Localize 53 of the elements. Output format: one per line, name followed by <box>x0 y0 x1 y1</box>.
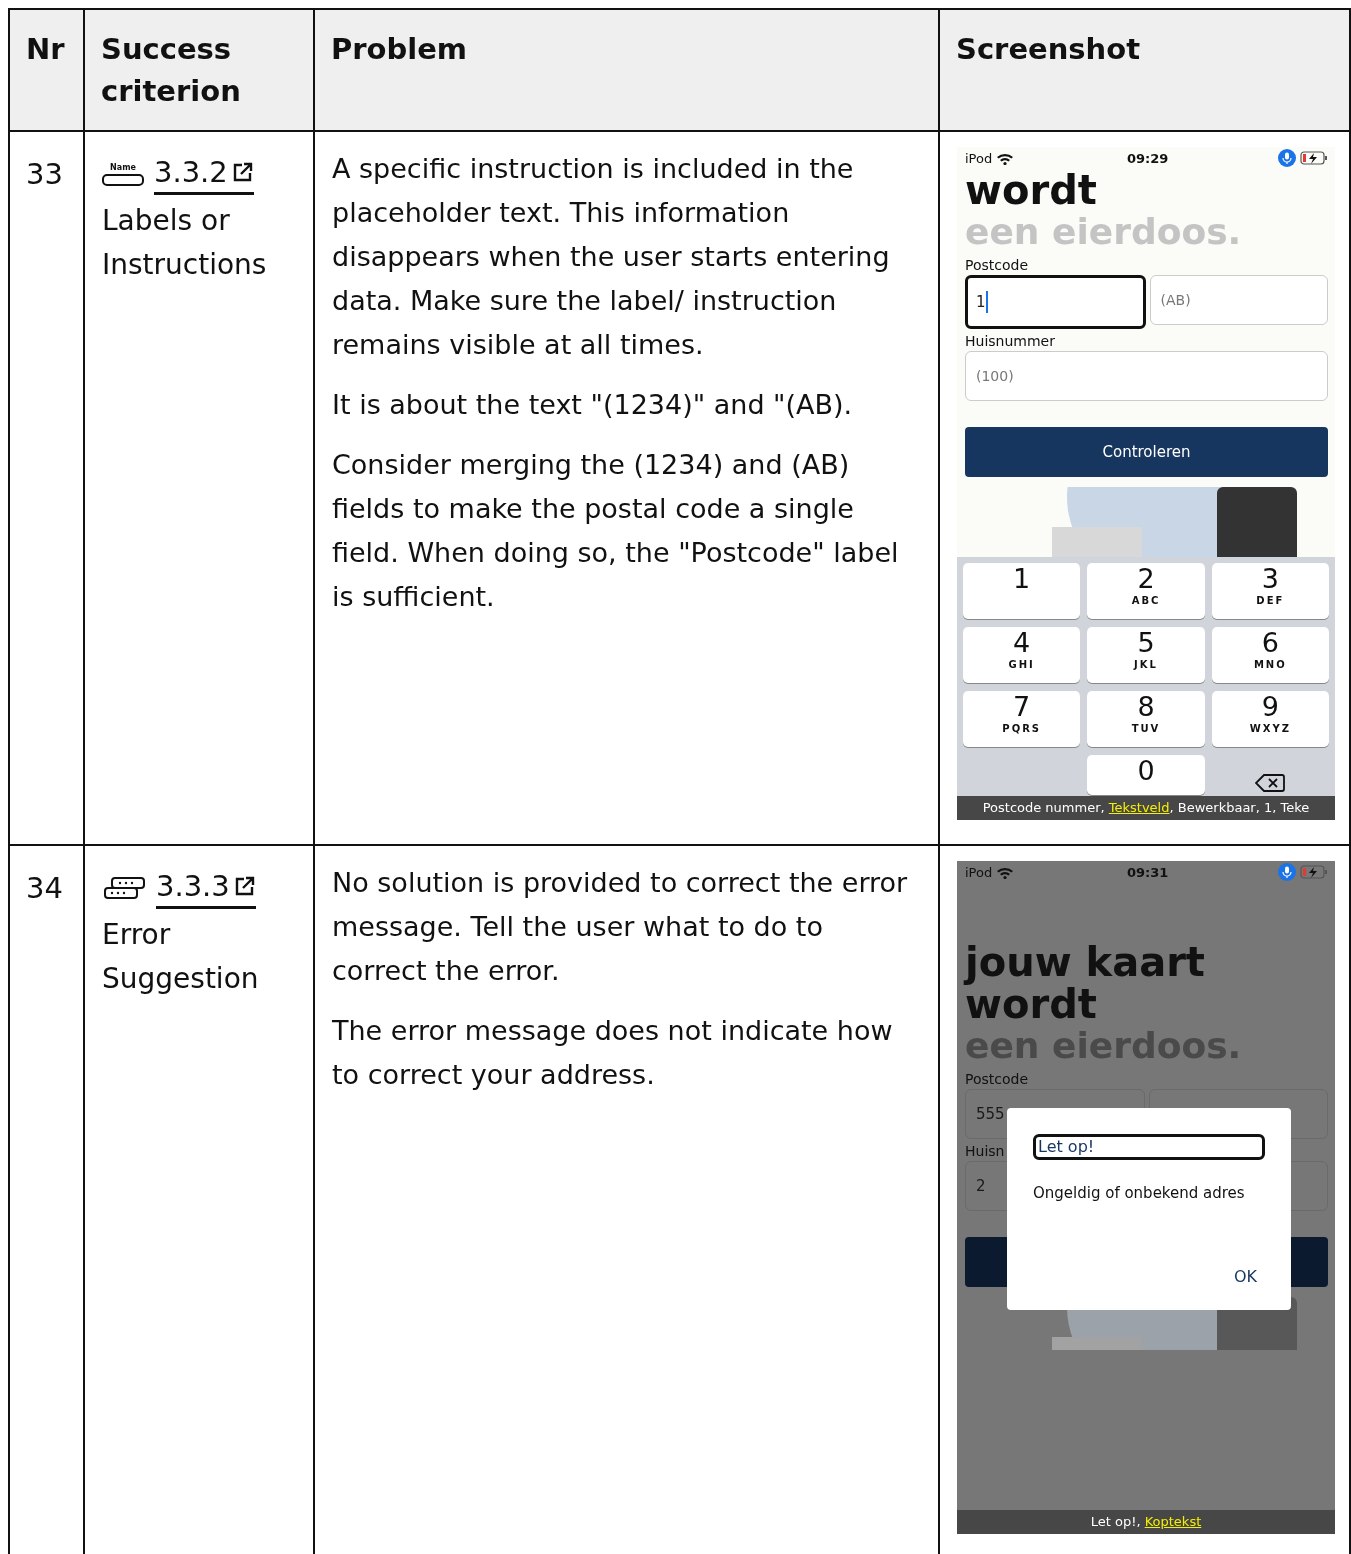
keypad-key[interactable]: 4 GHI <box>963 627 1081 683</box>
row-number: 34 <box>26 870 64 907</box>
input-field[interactable]: (AB) <box>1149 275 1328 325</box>
column-header: Screenshot <box>939 9 1350 131</box>
problem-paragraph: It is about the text "(1234)" and "(AB). <box>332 388 854 422</box>
field-label: Huisnummer <box>965 332 1055 351</box>
carrier-label: iPod <box>965 150 993 166</box>
keypad-key[interactable]: 0 <box>1087 755 1205 795</box>
column-header: Nr <box>9 9 84 131</box>
battery-charging-icon <box>1300 865 1328 879</box>
field-label: Huisn <box>965 1142 1005 1161</box>
backspace-icon <box>1255 773 1286 793</box>
dialog-title: Let op! <box>1033 1134 1265 1160</box>
keypad-key[interactable]: 8 TUV <box>1087 691 1205 747</box>
microphone-icon <box>1278 863 1296 881</box>
wifi-icon <box>996 865 1015 879</box>
row-number: 33 <box>26 156 64 193</box>
external-link-icon <box>233 874 256 897</box>
input-field[interactable]: 1 <box>965 275 1146 329</box>
app-heading: jouw kaart <box>965 941 1206 983</box>
keypad-key[interactable]: 5 JKL <box>1087 627 1205 683</box>
column-header: Problem <box>314 9 939 131</box>
field-label: Postcode <box>965 256 1029 275</box>
criterion-link[interactable]: 3.3.3 <box>156 867 256 909</box>
problem-paragraph: A specific instruction is included in the placeholder text. This information disappears when the user starts entering data. Make sure the label/ instruction remains visible at all times. <box>332 152 891 362</box>
column-header: Success criterion <box>84 9 314 131</box>
voiceover-caption: Let op!, Koptekst <box>957 1510 1335 1534</box>
criterion-link[interactable]: 3.3.2 <box>154 153 254 195</box>
battery-charging-icon <box>1300 151 1328 165</box>
chat-bubbles-icon <box>102 876 146 900</box>
criterion-name: Error Suggestion <box>102 917 260 997</box>
voiceover-caption: Postcode nummer, Tekstveld, Bewerkbaar, 1, Teke <box>957 796 1335 820</box>
keypad-key[interactable]: 6 MNO <box>1211 627 1329 683</box>
problem-paragraph: No solution is provided to correct the error message. Tell the user what to do to correct the error. <box>332 866 909 988</box>
criterion-name: Labels or Instructions <box>102 203 268 283</box>
dialog-message: Ongeldig of onbekend adres <box>1033 1184 1246 1202</box>
external-link-icon <box>231 160 254 183</box>
keypad-key[interactable]: 9 WXYZ <box>1211 691 1329 747</box>
keypad-key[interactable]: 3 DEF <box>1211 563 1329 619</box>
wifi-icon <box>996 151 1015 165</box>
ok-button[interactable]: OK <box>1233 1267 1257 1286</box>
keypad-key[interactable]: 7 PQRS <box>963 691 1081 747</box>
clock-time: 09:29 <box>1127 150 1169 166</box>
input-field[interactable]: (100) <box>965 351 1328 401</box>
check-button[interactable]: Controleren <box>965 427 1328 477</box>
problem-paragraph: The error message does not indicate how to correct your address. <box>332 1014 894 1092</box>
field-label: Postcode <box>965 1070 1029 1089</box>
app-heading: wordt <box>965 169 1098 211</box>
keypad-key[interactable]: 1 <box>963 563 1081 619</box>
clock-time: 09:31 <box>1127 864 1169 880</box>
keypad-key[interactable]: 2 ABC <box>1087 563 1205 619</box>
carrier-label: iPod <box>965 864 993 880</box>
problem-paragraph: Consider merging the (1234) and (AB) fields to make the postal code a single field. When doing so, the "Postcode" label is sufficient. <box>332 448 900 614</box>
